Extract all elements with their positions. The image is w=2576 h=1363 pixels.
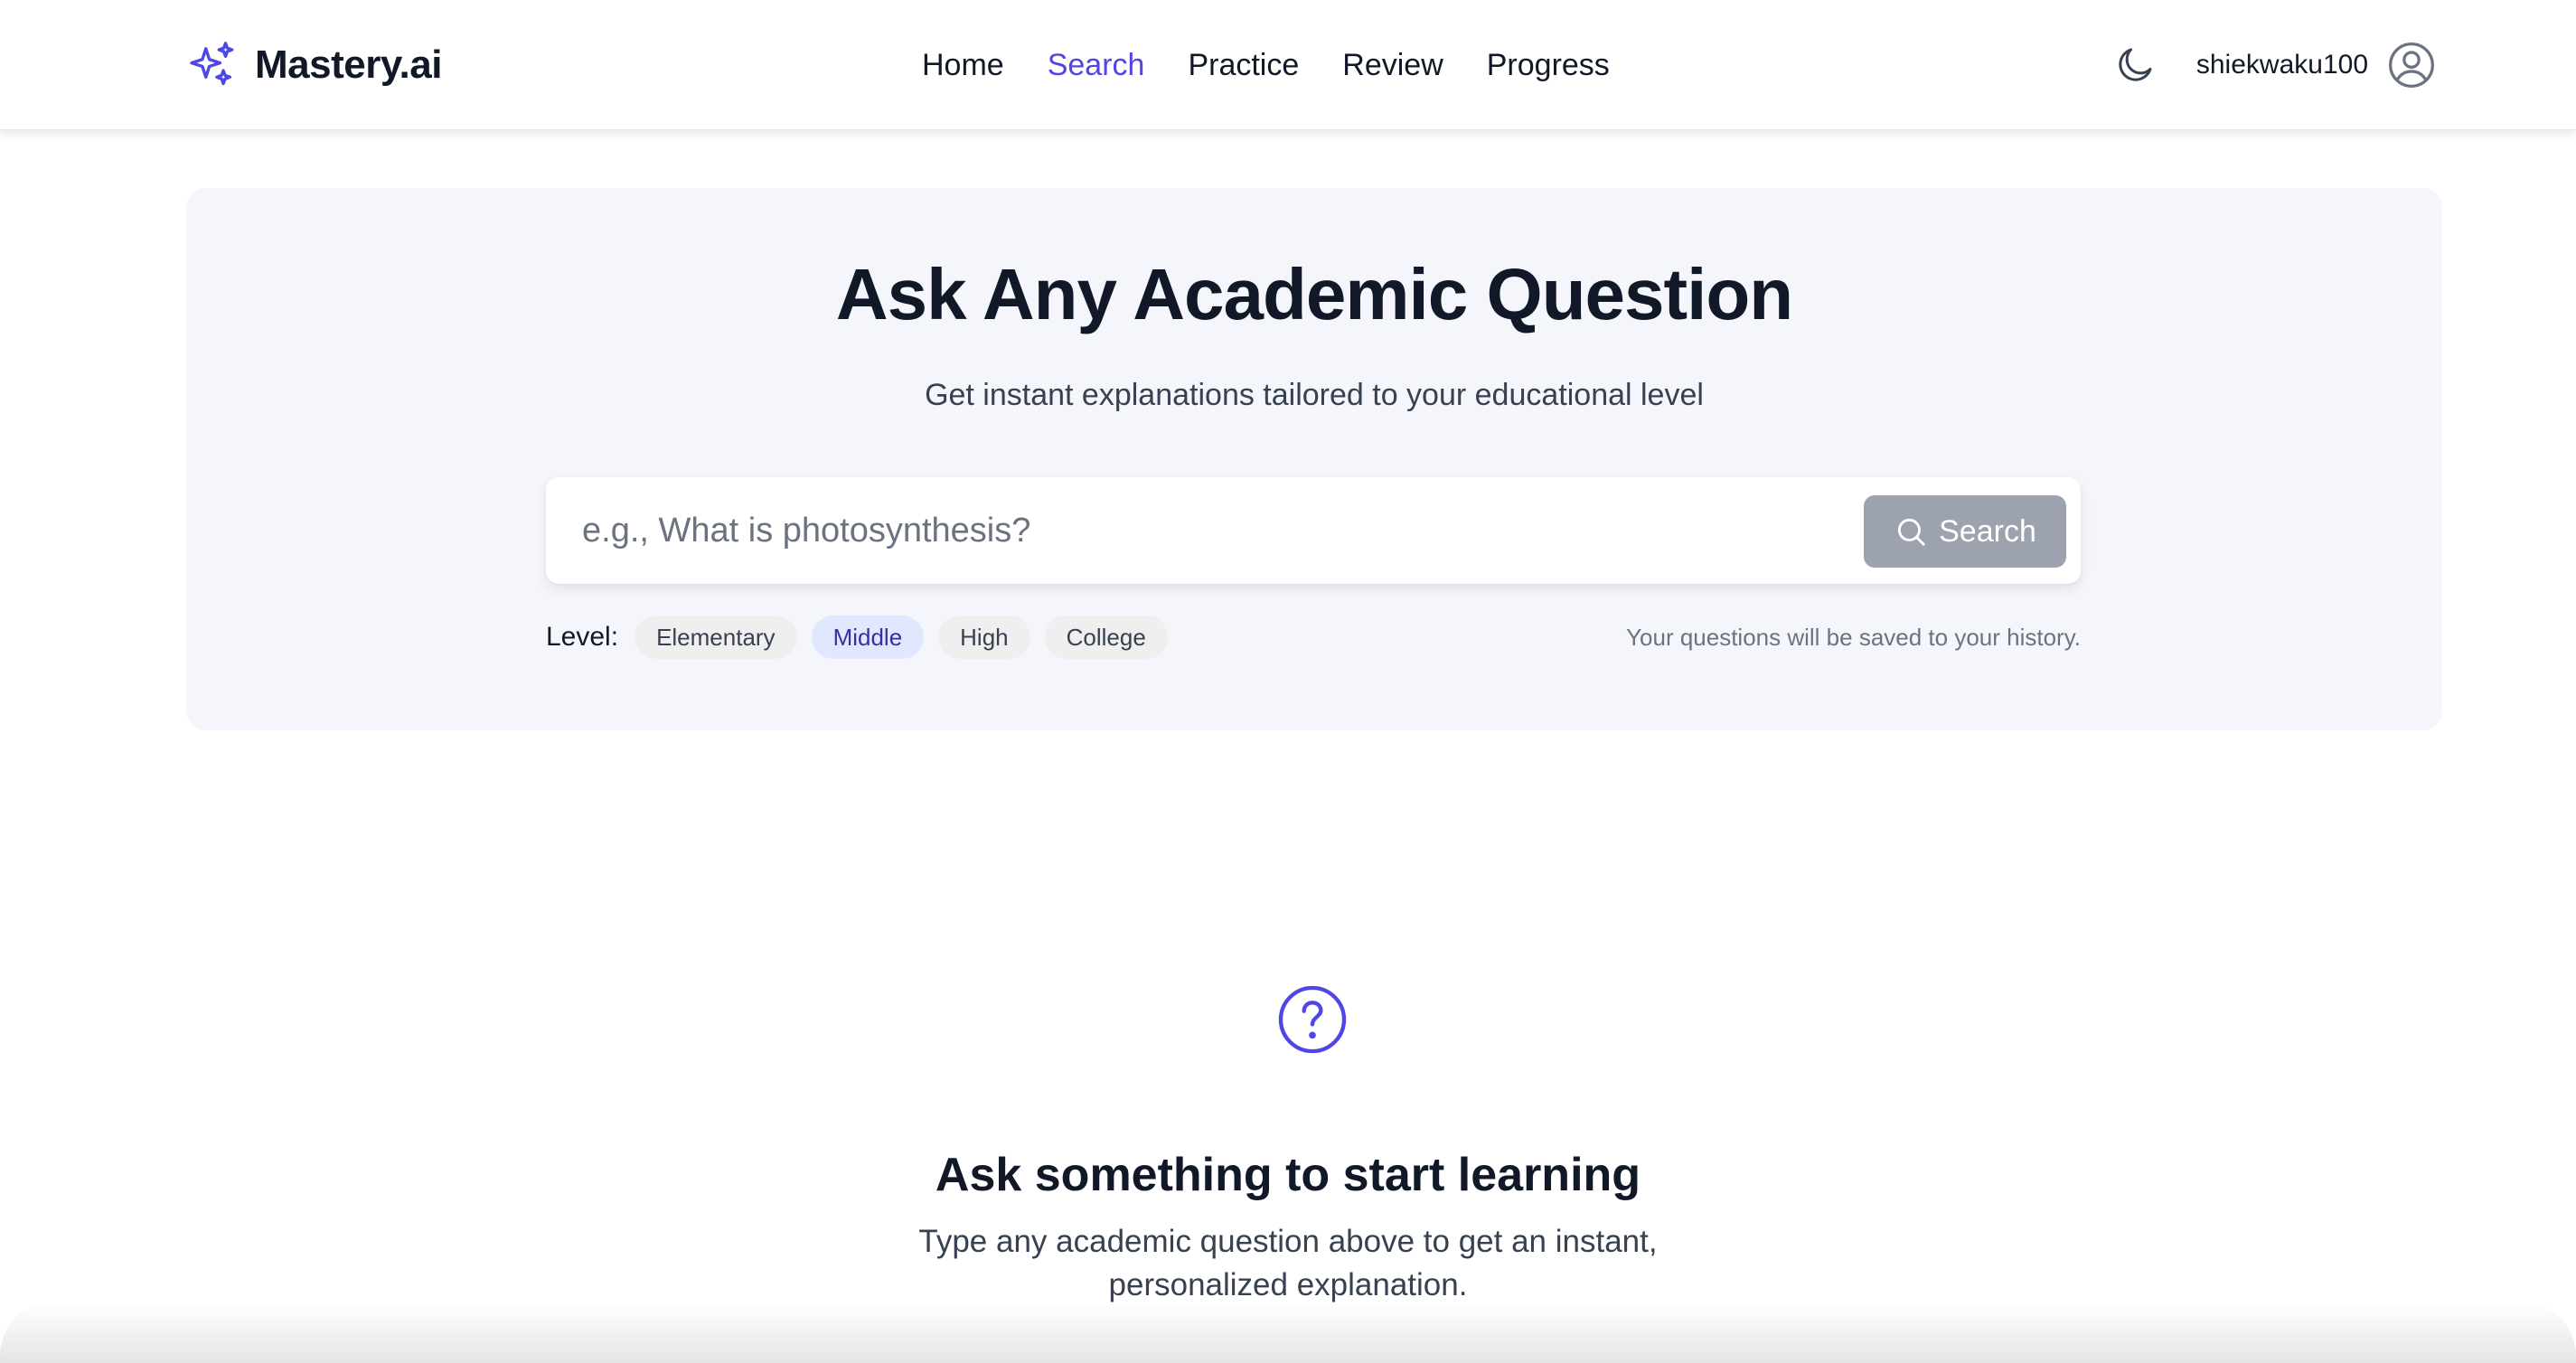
search-button-label: Search xyxy=(1939,513,2036,549)
empty-state-description: Type any academic question above to get … xyxy=(918,1224,1658,1302)
page-title: Ask Any Academic Question xyxy=(835,254,1793,334)
search-input[interactable] xyxy=(582,495,1847,566)
nav-practice[interactable]: Practice xyxy=(1188,48,1299,83)
moon-icon[interactable] xyxy=(2113,43,2157,87)
nav-search[interactable]: Search xyxy=(1048,48,1145,83)
search-button[interactable]: Search xyxy=(1864,495,2066,568)
user-tools: shiekwaku100 xyxy=(2113,36,2437,94)
level-selector: Level: Elementary Middle High College Yo… xyxy=(546,615,2081,660)
nav-progress[interactable]: Progress xyxy=(1487,48,1610,83)
top-navbar: Mastery.ai Home Search Practice Review P… xyxy=(0,0,2576,130)
brand-logo[interactable]: Mastery.ai xyxy=(186,36,442,94)
nav-home[interactable]: Home xyxy=(922,48,1004,83)
user-circle-icon[interactable] xyxy=(2386,40,2437,90)
level-chip-high[interactable]: High xyxy=(938,616,1030,659)
main-nav: Home Search Practice Review Progress xyxy=(922,40,1653,90)
sparkles-icon xyxy=(190,42,234,86)
bottom-shadow xyxy=(0,1302,2576,1363)
empty-state-title: Ask something to start learning xyxy=(935,1149,1641,1201)
level-chip-college[interactable]: College xyxy=(1044,616,1168,659)
level-label: Level: xyxy=(546,622,619,652)
search-bar: Search xyxy=(546,477,2081,584)
username[interactable]: shiekwaku100 xyxy=(2196,50,2368,80)
nav-review[interactable]: Review xyxy=(1342,48,1443,83)
hero-panel: Ask Any Academic Question Get instant ex… xyxy=(186,188,2442,730)
history-note: Your questions will be saved to your his… xyxy=(1626,623,2081,651)
brand-name: Mastery.ai xyxy=(255,42,442,87)
page-subtitle: Get instant explanations tailored to you… xyxy=(925,378,1704,412)
question-circle-icon xyxy=(1278,985,1347,1054)
level-chip-elementary[interactable]: Elementary xyxy=(635,616,797,659)
level-chip-middle[interactable]: Middle xyxy=(811,616,925,659)
search-icon xyxy=(1898,518,1925,546)
